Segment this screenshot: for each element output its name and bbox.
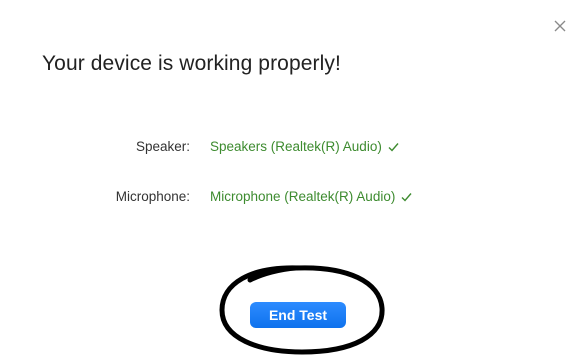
microphone-value: Microphone (Realtek(R) Audio)	[210, 189, 396, 204]
microphone-label: Microphone:	[115, 189, 190, 204]
microphone-row: Microphone: Microphone (Realtek(R) Audio…	[0, 189, 412, 204]
microphone-value-wrap: Microphone (Realtek(R) Audio)	[210, 189, 412, 204]
dialog-heading: Your device is working properly!	[42, 52, 341, 75]
speaker-label: Speaker:	[135, 139, 190, 154]
check-icon	[401, 192, 412, 202]
speaker-value-wrap: Speakers (Realtek(R) Audio)	[210, 139, 399, 154]
speaker-value: Speakers (Realtek(R) Audio)	[210, 139, 382, 154]
close-button[interactable]	[552, 18, 568, 34]
close-icon	[554, 20, 566, 32]
device-test-dialog: Your device is working properly! Speaker…	[0, 0, 582, 356]
speaker-row: Speaker: Speakers (Realtek(R) Audio)	[0, 139, 399, 154]
check-icon	[388, 142, 399, 152]
end-test-button[interactable]: End Test	[250, 302, 346, 328]
